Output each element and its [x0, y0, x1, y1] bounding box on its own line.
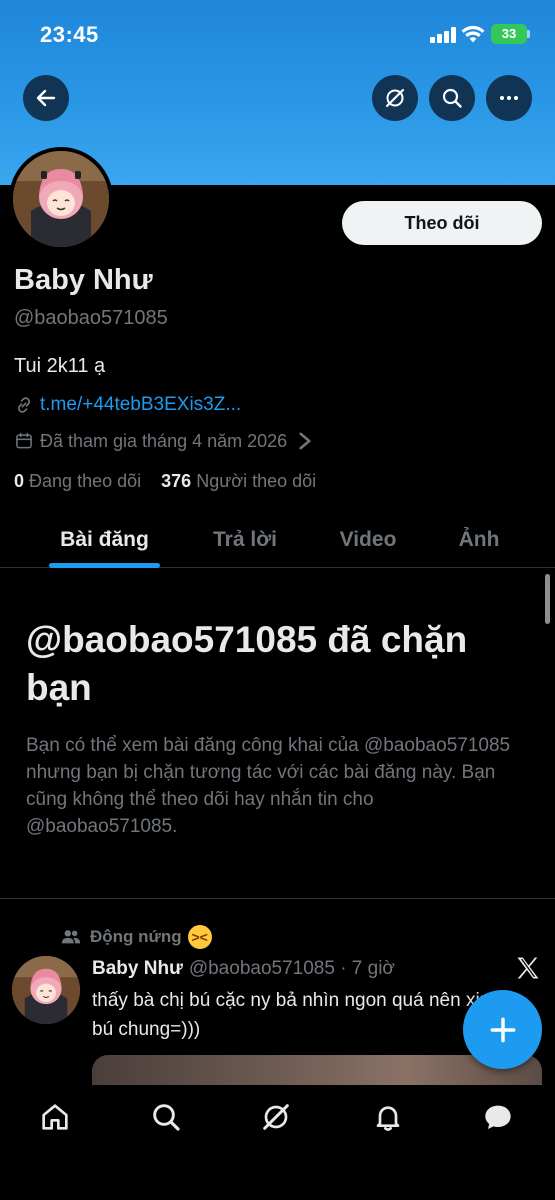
blocked-description: Bạn có thể xem bài đăng công khai của @b… — [26, 735, 511, 837]
active-tab-indicator — [49, 563, 160, 568]
grok-button[interactable] — [372, 75, 418, 121]
x-logo-icon[interactable] — [514, 954, 542, 982]
joined-date-text: Đã tham gia tháng 4 năm 2026 — [40, 430, 288, 451]
tab-posts[interactable]: Bài đăng — [49, 512, 160, 568]
profile-avatar[interactable] — [9, 147, 113, 251]
tab-replies[interactable]: Trả lời — [190, 512, 300, 568]
compose-button[interactable] — [463, 990, 542, 1069]
following-link[interactable]: 0 Đang theo dõi — [14, 471, 141, 491]
post-text: thấy bà chị bú cặc ny bả nhìn ngon quá n… — [92, 990, 491, 1040]
messages-icon[interactable] — [482, 1101, 514, 1133]
back-button[interactable] — [23, 75, 69, 121]
tab-video[interactable]: Video — [318, 512, 418, 568]
following-label: Đang theo dõi — [29, 471, 142, 491]
more-horizontal-icon — [500, 96, 518, 100]
post-author-avatar[interactable] — [12, 956, 80, 1024]
search-icon[interactable] — [150, 1101, 182, 1133]
followers-count: 376 — [161, 471, 192, 491]
squinting-tongue-emoji-icon: >< — [187, 925, 212, 949]
people-icon — [61, 930, 81, 944]
plus-icon — [490, 1017, 515, 1042]
grok-icon — [385, 88, 405, 108]
search-button[interactable] — [429, 75, 475, 121]
post-avatar-image — [12, 956, 80, 1024]
profile-bio: Tui 2k11 ạ — [14, 355, 106, 377]
chevron-right-icon — [299, 432, 311, 450]
divider — [0, 898, 555, 899]
grok-icon[interactable] — [260, 1101, 292, 1133]
link-icon — [17, 397, 31, 413]
wifi-icon — [461, 25, 485, 43]
tab-photos[interactable]: Ảnh — [440, 512, 518, 568]
scrollbar[interactable] — [545, 574, 550, 624]
profile-link[interactable]: t.me/+44tebB3EXis3Z... — [14, 393, 241, 417]
followers-link[interactable]: 376 Người theo dõi — [161, 471, 316, 491]
followers-label: Người theo dõi — [196, 471, 317, 491]
cellular-signal-icon — [430, 27, 456, 43]
follow-button[interactable]: Theo dõi — [342, 201, 542, 245]
profile-handle: @baobao571085 — [14, 307, 168, 329]
post-author-name[interactable]: Baby Như — [92, 958, 183, 980]
joined-date[interactable]: Đã tham gia tháng 4 năm 2026 — [14, 429, 321, 453]
post-meta: @baobao571085 · 7 giờ — [188, 958, 395, 979]
profile-tabs: Bài đăng Trả lời Video Ảnh — [0, 512, 555, 568]
profile-name: Baby Như — [14, 264, 153, 296]
search-icon — [442, 88, 462, 108]
more-button[interactable] — [486, 75, 532, 121]
following-count: 0 — [14, 471, 25, 491]
status-bar: 23:45 33 — [0, 0, 555, 70]
calendar-icon — [16, 432, 32, 449]
status-time: 23:45 — [40, 22, 99, 47]
avatar-image — [13, 151, 109, 247]
home-icon[interactable] — [39, 1101, 71, 1133]
profile-link-text[interactable]: t.me/+44tebB3EXis3Z... — [40, 394, 241, 416]
notifications-icon[interactable] — [372, 1101, 404, 1133]
arrow-left-icon — [36, 89, 56, 107]
battery-indicator: 33 — [491, 24, 527, 44]
bottom-navigation — [0, 1085, 555, 1200]
post-social-context[interactable]: Động nứng >< — [60, 925, 212, 949]
follow-counts: 0 Đang theo dõi 376 Người theo dõi — [14, 471, 316, 492]
blocked-title: @baobao571085 đã chặn bạn — [26, 619, 468, 708]
battery-cap — [527, 30, 530, 38]
post-header: Baby Như @baobao571085 · 7 giờ — [92, 956, 395, 982]
post-context-text: Động nứng — [90, 927, 182, 946]
